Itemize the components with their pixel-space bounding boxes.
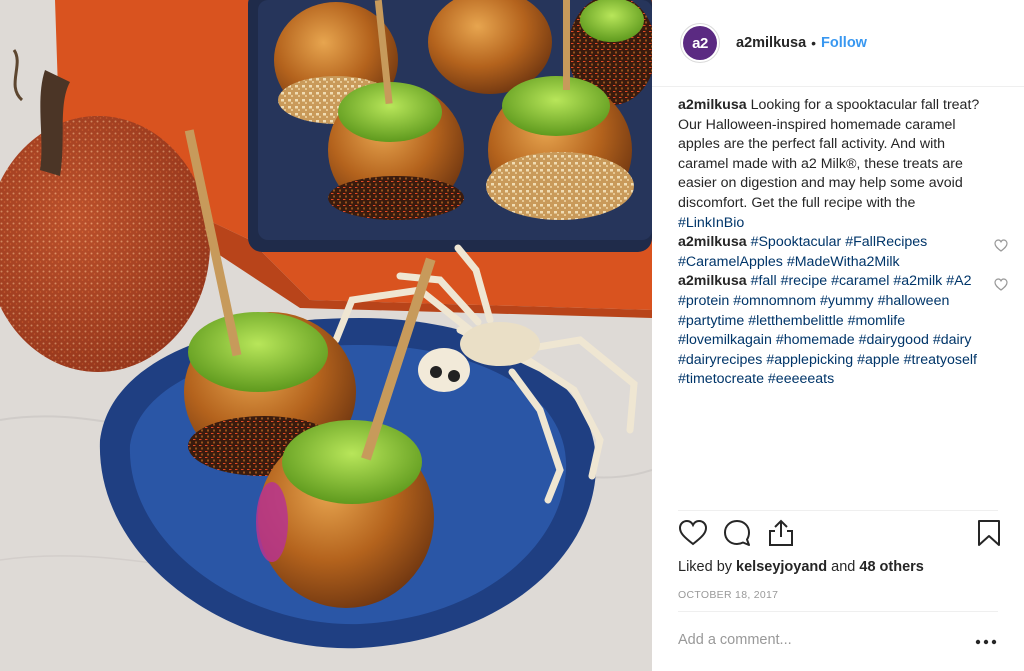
comment-like-icon[interactable] <box>994 239 1008 252</box>
hashtag-link[interactable]: #eeeeeats <box>768 371 834 387</box>
author-username[interactable]: a2milkusa <box>736 35 806 51</box>
avatar[interactable]: a2 <box>680 23 720 63</box>
hashtag-link[interactable]: #timetocreate <box>678 371 764 387</box>
hashtag-link[interactable]: #treatyoself <box>904 352 977 368</box>
post-date: OCTOBER 18, 2017 <box>678 589 779 601</box>
avatar-logo: a2 <box>683 26 717 60</box>
hashtag-link[interactable]: #partytime <box>678 313 744 329</box>
hashtag-link[interactable]: #homemade <box>776 332 855 348</box>
hashtag-link[interactable]: #letthembelittle <box>748 313 843 329</box>
hashtag-link[interactable]: #applepicking <box>766 352 853 368</box>
follow-button[interactable]: Follow <box>821 35 867 51</box>
comment-item: a2milkusa #Spooktacular #FallRecipes #Ca… <box>678 233 1008 272</box>
hashtag-link[interactable]: #CaramelApples <box>678 254 783 270</box>
hashtag-link[interactable]: #fall <box>751 273 777 289</box>
action-bar <box>678 518 1004 554</box>
likes-joiner: and <box>827 559 860 575</box>
bookmark-icon[interactable] <box>974 518 1004 548</box>
hashtag-link[interactable]: #MadeWitha2Milk <box>787 254 900 270</box>
hashtag-link[interactable]: #dairygood <box>859 332 929 348</box>
hashtag-link[interactable]: #omnomnom <box>733 293 816 309</box>
share-icon[interactable] <box>766 518 796 548</box>
likes-prefix: Liked by <box>678 559 737 575</box>
comment-item: a2milkusa Looking for a spooktacular fal… <box>678 96 1008 233</box>
hashtag-link[interactable]: #caramel <box>831 273 889 289</box>
comment-item: a2milkusa #fall #recipe #caramel #a2milk… <box>678 272 1008 390</box>
hashtag-link[interactable]: #dairy <box>933 332 972 348</box>
liked-by-username[interactable]: kelseyjoyand <box>736 559 827 575</box>
post-photo[interactable] <box>0 0 652 671</box>
hashtag-link[interactable]: #momlife <box>848 313 906 329</box>
heart-icon[interactable] <box>678 518 708 548</box>
hashtag-link[interactable]: #recipe <box>781 273 828 289</box>
likes-summary: Liked by kelseyjoyand and 48 others <box>678 559 924 575</box>
header-divider <box>652 86 1024 87</box>
comment-like-icon[interactable] <box>994 278 1008 292</box>
hashtag-link[interactable]: #LinkInBio <box>678 215 744 231</box>
comment-username[interactable]: a2milkusa <box>678 273 747 289</box>
hashtag-link[interactable]: #halloween <box>878 293 950 309</box>
hashtag-link[interactable]: #protein <box>678 293 729 309</box>
hashtag-link[interactable]: #dairyrecipes <box>678 352 762 368</box>
post-header: a2 a2milkusa • Follow <box>652 0 1024 86</box>
hashtag-link[interactable]: #lovemilkagain <box>678 332 772 348</box>
post-side-panel: a2 a2milkusa • Follow a2milkusa Looking … <box>652 0 1024 671</box>
more-options-icon[interactable] <box>974 632 998 652</box>
likes-others-link[interactable]: 48 others <box>859 559 923 575</box>
hashtag-link[interactable]: #apple <box>857 352 900 368</box>
actions-divider <box>678 510 998 511</box>
hashtag-link[interactable]: #a2milk <box>893 273 942 289</box>
comments-list[interactable]: a2milkusa Looking for a spooktacular fal… <box>678 96 1008 405</box>
comment-divider <box>678 611 998 612</box>
comment-text: Looking for a spooktacular fall treat? O… <box>678 97 980 211</box>
hashtag-link[interactable]: #FallRecipes <box>845 234 927 250</box>
hashtag-link[interactable]: #yummy <box>820 293 874 309</box>
add-comment-input[interactable]: Add a comment... <box>678 632 958 652</box>
separator-dot: • <box>811 35 817 51</box>
caramel-apples-photo <box>0 0 652 671</box>
comment-username[interactable]: a2milkusa <box>678 234 747 250</box>
comment-icon[interactable] <box>722 518 752 548</box>
hashtag-link[interactable]: #Spooktacular <box>751 234 842 250</box>
comment-username[interactable]: a2milkusa <box>678 97 747 113</box>
hashtag-link[interactable]: #A2 <box>946 273 971 289</box>
